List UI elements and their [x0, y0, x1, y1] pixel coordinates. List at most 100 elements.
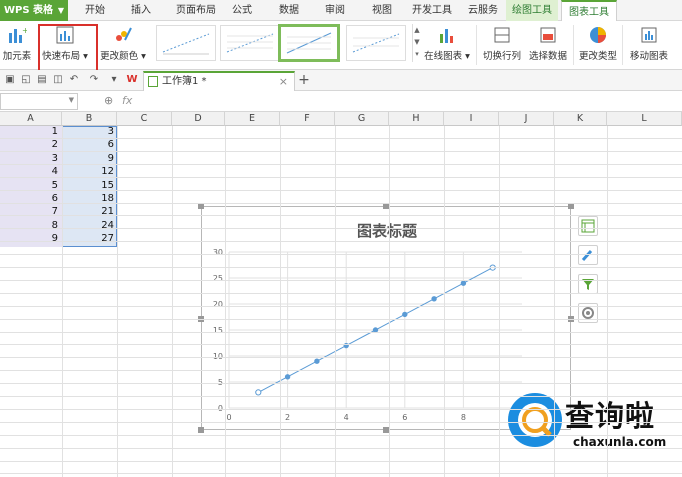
change-type-button[interactable]: 更改类型: [577, 23, 619, 67]
grid-line: [0, 215, 682, 217]
name-box[interactable]: ▼: [0, 93, 78, 110]
cell-a7[interactable]: 7: [0, 206, 60, 218]
switch-icon: [494, 27, 510, 43]
cell-a1[interactable]: 1: [0, 126, 60, 138]
cell-b1[interactable]: 3: [62, 126, 116, 138]
chart-filter-tool[interactable]: [578, 274, 598, 294]
switch-row-col-button[interactable]: 切换行列: [481, 23, 523, 67]
chevron-down-icon[interactable]: ▾: [108, 74, 120, 86]
chevron-up-icon[interactable]: ▲: [413, 24, 421, 36]
column-header-i[interactable]: I: [444, 112, 499, 126]
tab-formulas[interactable]: 公式: [229, 0, 255, 21]
chart-style-1[interactable]: [156, 25, 216, 61]
x-tick-label: 8: [461, 413, 466, 422]
online-chart-button[interactable]: 在线图表 ▾: [422, 23, 472, 67]
grid-line: [0, 318, 682, 320]
tab-view[interactable]: 视图: [369, 0, 395, 21]
column-header-g[interactable]: G: [335, 112, 389, 126]
tab-developer[interactable]: 开发工具: [408, 0, 456, 21]
resize-handle-ne[interactable]: [568, 203, 574, 209]
column-header-e[interactable]: E: [225, 112, 280, 126]
new-tab-icon[interactable]: +: [298, 73, 310, 87]
column-header-j[interactable]: J: [499, 112, 554, 126]
column-header-c[interactable]: C: [117, 112, 172, 126]
tab-page-layout[interactable]: 页面布局: [172, 0, 220, 21]
grid-line: [444, 126, 445, 477]
cell-a8[interactable]: 8: [0, 220, 60, 232]
y-tick-label: 20: [213, 300, 223, 309]
column-header-f[interactable]: F: [280, 112, 335, 126]
grid-line: [0, 473, 682, 475]
grid-line: [0, 176, 682, 178]
tab-home[interactable]: 开始: [82, 0, 108, 21]
data-point: [402, 311, 408, 318]
column-header-b[interactable]: B: [62, 112, 117, 126]
redo-icon[interactable]: ↷: [88, 74, 100, 86]
tab-drawing-tools[interactable]: 绘图工具: [506, 0, 558, 21]
app-name: WPS 表格: [4, 5, 54, 16]
tab-insert[interactable]: 插入: [128, 0, 154, 21]
change-color-button[interactable]: 更改颜色 ▾: [98, 23, 148, 67]
grid-line: [0, 344, 682, 346]
gallery-scroll[interactable]: ▲ ▼ ▾: [412, 24, 421, 62]
watermark-text: 查询啦: [565, 399, 656, 433]
resize-handle-nw[interactable]: [198, 203, 204, 209]
grid-line: [0, 421, 682, 423]
grid-line: [0, 396, 682, 397]
document-tab-title: 工作簿1 *: [162, 76, 207, 87]
cell-b7[interactable]: 21: [62, 206, 116, 218]
grid-line: [117, 126, 118, 477]
column-header-d[interactable]: D: [172, 112, 225, 126]
cell-a2[interactable]: 2: [0, 139, 60, 151]
change-type-label: 更改类型: [578, 51, 617, 62]
data-point: [314, 358, 320, 364]
cell-a9[interactable]: 9: [0, 233, 60, 245]
chart-style-4[interactable]: [346, 25, 406, 61]
document-tab[interactable]: 工作簿1 * ×: [143, 71, 295, 91]
data-point: [255, 389, 262, 396]
fx-label[interactable]: fx: [122, 94, 132, 107]
chart-style-2[interactable]: [220, 25, 280, 61]
chart-style-3[interactable]: [278, 24, 340, 62]
tab-cloud[interactable]: 云服务: [465, 0, 501, 21]
tab-review[interactable]: 审阅: [322, 0, 348, 21]
add-element-button[interactable]: + 加元素: [0, 23, 34, 67]
x-tick-label: 0: [226, 413, 231, 422]
pie-chart-icon: [590, 27, 606, 43]
chart-style-3-preview: [286, 32, 332, 54]
chart-style-1-preview: [162, 33, 210, 55]
spreadsheet-app: WPS 表格 ▼ 开始 插入 页面布局 公式 数据 审阅 视图 开发工具 云服务…: [0, 0, 682, 477]
column-header-k[interactable]: K: [554, 112, 607, 126]
resize-handle-sw[interactable]: [198, 427, 204, 433]
column-header-a[interactable]: A: [0, 112, 62, 126]
cell-b2[interactable]: 6: [62, 139, 116, 151]
grid-line: [0, 228, 682, 230]
grid-line: [0, 408, 682, 410]
preview-icon[interactable]: ◫: [52, 74, 64, 86]
tab-data[interactable]: 数据: [276, 0, 302, 21]
grid-line: [0, 202, 682, 204]
grid-line: [0, 279, 682, 281]
print-icon[interactable]: ▤: [36, 74, 48, 86]
app-menu-button[interactable]: WPS 表格 ▼: [0, 0, 68, 21]
tab-chart-tools[interactable]: 图表工具: [561, 0, 617, 22]
chevron-down-icon[interactable]: ▼: [69, 96, 74, 104]
open-icon[interactable]: ◱: [20, 74, 32, 86]
zoom-icon[interactable]: ⊕: [104, 94, 113, 107]
close-icon[interactable]: ×: [279, 73, 288, 90]
column-header-h[interactable]: H: [389, 112, 444, 126]
ribbon-separator: [573, 25, 574, 65]
chevron-down-icon[interactable]: ▼: [413, 36, 421, 48]
cell-b9[interactable]: 27: [62, 233, 116, 245]
undo-icon[interactable]: ↶: [68, 74, 80, 86]
grid-line: [280, 126, 281, 477]
chart-elements-tool[interactable]: [578, 216, 598, 236]
move-chart-button[interactable]: 移动图表: [627, 23, 671, 67]
save-icon[interactable]: ▣: [4, 74, 16, 86]
column-header-l[interactable]: L: [607, 112, 682, 126]
select-data-button[interactable]: 选择数据: [527, 23, 569, 67]
cell-b8[interactable]: 24: [62, 220, 116, 232]
spreadsheet-file-icon: [148, 76, 158, 87]
grid-line: [0, 383, 682, 385]
expand-icon[interactable]: ▾: [413, 48, 421, 60]
